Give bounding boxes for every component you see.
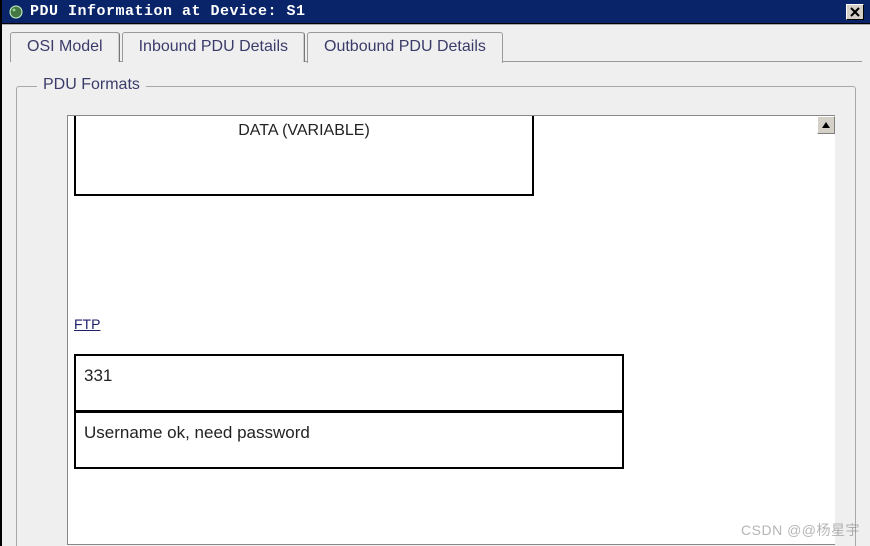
window-title: PDU Information at Device: S1 [30, 3, 306, 20]
data-variable-cell: DATA (VARIABLE) [74, 116, 534, 196]
tab-inbound-pdu[interactable]: Inbound PDU Details [122, 32, 305, 62]
titlebar-left: PDU Information at Device: S1 [8, 3, 306, 20]
tab-osi-model[interactable]: OSI Model [10, 32, 120, 62]
watermark: CSDN @@杨星宇 [741, 520, 860, 540]
pdu-content: DATA (VARIABLE) FTP 331 Username ok, nee… [68, 116, 815, 544]
fieldset-legend: PDU Formats [37, 76, 146, 94]
pdu-scroll-area: DATA (VARIABLE) FTP 331 Username ok, nee… [67, 115, 835, 545]
tab-outbound-pdu[interactable]: Outbound PDU Details [307, 32, 503, 63]
close-button[interactable] [846, 4, 864, 20]
pdu-formats-fieldset: PDU Formats DATA (VARIABLE) FTP 331 User… [16, 86, 856, 546]
app-window: PDU Information at Device: S1 OSI Model … [0, 0, 870, 546]
scroll-up-button[interactable] [817, 116, 835, 134]
client-area: OSI Model Inbound PDU Details Outbound P… [2, 24, 870, 546]
tab-strip: OSI Model Inbound PDU Details Outbound P… [2, 25, 870, 61]
ftp-table: 331 Username ok, need password [74, 354, 624, 469]
titlebar: PDU Information at Device: S1 [2, 0, 870, 24]
ftp-message-row: Username ok, need password [76, 410, 622, 467]
ftp-code-row: 331 [76, 356, 622, 410]
ftp-section-label: FTP [74, 316, 100, 332]
app-icon [8, 4, 24, 20]
